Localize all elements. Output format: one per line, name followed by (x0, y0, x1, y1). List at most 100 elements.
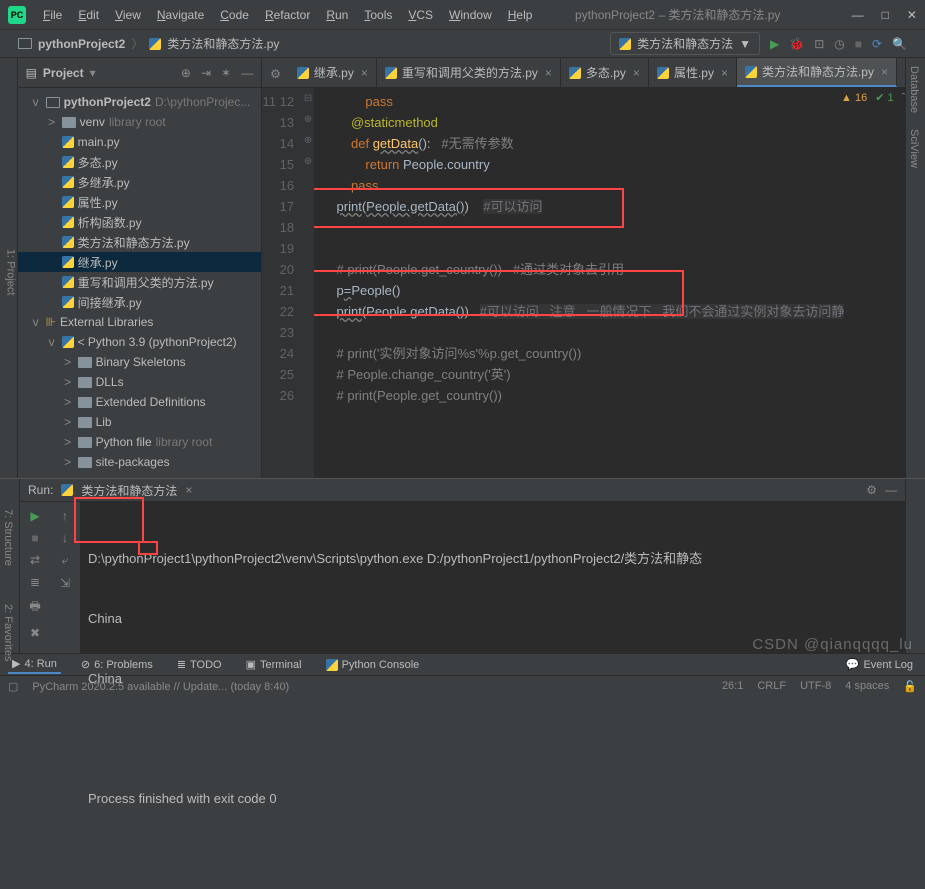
project-tool-button[interactable]: 1: Project (5, 66, 17, 478)
code-editor[interactable]: ▲ 16 ✔ 1 ˆˇ 11 12 13 14 15 16 17 18 19 2… (262, 88, 925, 478)
tree-row[interactable]: 析构函数.py (18, 212, 262, 232)
favorites-tool-button[interactable]: 2: Favorites (0, 596, 16, 669)
profile-icon[interactable]: ◷ (834, 37, 844, 51)
gear-icon[interactable]: ⚙ (262, 61, 289, 87)
close-tab-icon[interactable]: × (545, 66, 552, 80)
close-tab-icon[interactable]: × (633, 66, 640, 80)
editor-tab[interactable]: 继承.py× (289, 58, 377, 87)
console-output[interactable]: D:\pythonProject1\pythonProject2\venv\Sc… (80, 479, 905, 653)
stop-icon[interactable]: ■ (31, 531, 38, 545)
close-icon[interactable]: ✕ (907, 8, 917, 22)
editor-tabs: ⚙ 继承.py×重写和调用父类的方法.py×多态.py×属性.py×类方法和静态… (262, 58, 925, 88)
menu-tools[interactable]: Tools (357, 5, 399, 25)
fold-gutter[interactable]: ⊟ ⊕ ⊕ ⊕ (302, 88, 314, 478)
python-file-icon (619, 38, 631, 50)
coverage-icon[interactable]: ⊡ (814, 37, 824, 51)
scroll-icon[interactable]: ≣ (30, 575, 40, 589)
settings-icon[interactable]: ✶ (221, 66, 231, 80)
breadcrumb: pythonProject2 〉 类方法和静态方法.py (18, 35, 279, 52)
tree-row[interactable]: > Extended Definitions (18, 392, 262, 412)
structure-tool-button[interactable]: 7: Structure (0, 479, 16, 596)
editor-tab[interactable]: 属性.py× (649, 58, 737, 87)
collapse-icon[interactable]: ⇥ (201, 66, 211, 80)
menu-navigate[interactable]: Navigate (150, 5, 211, 25)
left-stripe: 1: Project (0, 58, 18, 478)
line-gutter[interactable]: 11 12 13 14 15 16 17 18 19 20 21 22 23 2… (262, 88, 302, 478)
delete-icon[interactable]: ✖ (30, 626, 40, 640)
editor-tab[interactable]: 重写和调用父类的方法.py× (377, 58, 561, 87)
run-icon[interactable]: ▶ (770, 37, 779, 51)
menu-vcs[interactable]: VCS (401, 5, 440, 25)
database-tool-button[interactable]: Database (906, 58, 922, 121)
editor-tab[interactable]: 类方法和静态方法.py× (737, 58, 897, 87)
inspection-widget[interactable]: ▲ 16 ✔ 1 ˆˇ (841, 91, 917, 104)
wrap-icon[interactable]: ⤶ (62, 553, 69, 568)
menu-run[interactable]: Run (319, 5, 355, 25)
console-exit: Process finished with exit code 0 (88, 789, 897, 809)
tree-row[interactable]: > Lib (18, 412, 262, 432)
run-config-selector[interactable]: 类方法和静态方法 ▼ (610, 32, 760, 55)
tree-row[interactable]: v < Python 3.9 (pythonProject2) (18, 332, 262, 352)
right-stripe-lower (905, 479, 925, 653)
tree-row[interactable]: 多继承.py (18, 172, 262, 192)
print-icon[interactable]: 🖶 (29, 597, 40, 618)
panel-title: Project (43, 66, 84, 80)
menu-view[interactable]: View (108, 5, 148, 25)
console-cmd: D:\pythonProject1\pythonProject2\venv\Sc… (88, 549, 897, 569)
chevron-down-icon: ▼ (739, 37, 751, 51)
sciview-tool-button[interactable]: SciView (906, 121, 922, 176)
window-title: pythonProject2 – 类方法和静态方法.py (575, 6, 780, 23)
project-tree[interactable]: v pythonProject2 D:\pythonProjec...> ven… (18, 88, 262, 478)
code-body[interactable]: pass @staticmethod def getData(): #无需传参数… (314, 88, 925, 478)
right-stripe: Database SciView (905, 58, 925, 478)
python-file-icon (149, 38, 161, 50)
tool-windows-icon[interactable]: ▢ (8, 680, 18, 693)
debug-icon[interactable]: 🐞 (789, 37, 804, 51)
update-icon[interactable]: ⟳ (872, 37, 882, 51)
tree-row[interactable]: 继承.py (18, 252, 262, 272)
tree-row[interactable]: 多态.py (18, 152, 262, 172)
menu-file[interactable]: File (36, 5, 69, 25)
editor-tab[interactable]: 多态.py× (561, 58, 649, 87)
tree-row[interactable]: v⊪ External Libraries (18, 312, 262, 332)
tree-row[interactable]: v pythonProject2 D:\pythonProjec... (18, 92, 262, 112)
chevron-down-icon[interactable]: ▾ (90, 66, 96, 80)
hide-icon[interactable]: — (241, 66, 253, 80)
menu-edit[interactable]: Edit (71, 5, 106, 25)
breadcrumb-root[interactable]: pythonProject2 (38, 37, 125, 51)
stop-icon[interactable]: ■ (855, 37, 862, 51)
minimize-icon[interactable]: — (852, 8, 864, 22)
locate-icon[interactable]: ⊕ (181, 66, 191, 80)
readonly-icon[interactable]: 🔓 (903, 680, 917, 693)
menu-help[interactable]: Help (501, 5, 540, 25)
tree-row[interactable]: main.py (18, 132, 262, 152)
close-tab-icon[interactable]: × (881, 65, 888, 79)
menu-code[interactable]: Code (213, 5, 256, 25)
maximize-icon[interactable]: □ (882, 8, 889, 22)
project-select-icon[interactable]: ▤ (26, 66, 37, 80)
search-icon[interactable]: 🔍 (892, 37, 907, 51)
tree-row[interactable]: > Binary Skeletons (18, 352, 262, 372)
close-tab-icon[interactable]: × (361, 66, 368, 80)
down-icon[interactable]: ↓ (62, 531, 68, 545)
project-panel: ▤ Project ▾ ⊕ ⇥ ✶ — v pythonProject2 D:\… (18, 58, 263, 478)
up-icon[interactable]: ↑ (62, 509, 68, 523)
export-icon[interactable]: ⇲ (60, 576, 70, 590)
tree-row[interactable]: > site-packages (18, 452, 262, 472)
layout-icon[interactable]: ⇄ (30, 553, 40, 567)
tree-row[interactable]: > DLLs (18, 372, 262, 392)
tree-row[interactable]: > Python file library root (18, 432, 262, 452)
tree-row[interactable]: 重写和调用父类的方法.py (18, 272, 262, 292)
menu-refactor[interactable]: Refactor (258, 5, 317, 25)
menu-window[interactable]: Window (442, 5, 499, 25)
breadcrumb-file[interactable]: 类方法和静态方法.py (167, 35, 279, 52)
tree-row[interactable]: 属性.py (18, 192, 262, 212)
tree-row[interactable]: 类方法和静态方法.py (18, 232, 262, 252)
tree-row[interactable]: 间接继承.py (18, 292, 262, 312)
rerun-icon[interactable]: ▶ (30, 509, 39, 523)
app-logo: PC (8, 6, 26, 24)
python-file-icon (61, 484, 73, 496)
tree-row[interactable]: > venv library root (18, 112, 262, 132)
run-toolbar-2: ↑ ↓ ⤶ ⇲ (50, 479, 80, 653)
close-tab-icon[interactable]: × (721, 66, 728, 80)
